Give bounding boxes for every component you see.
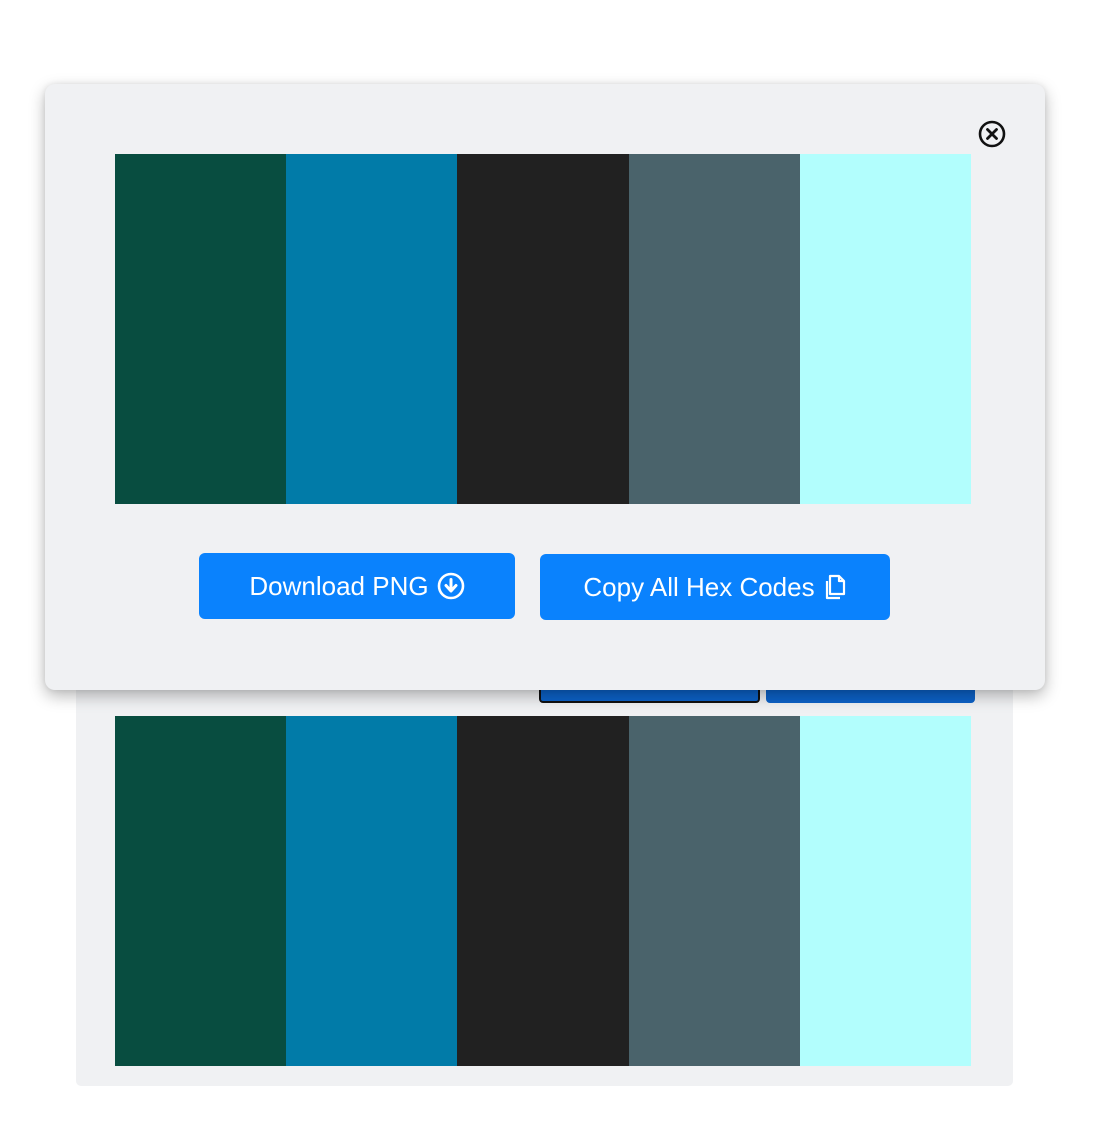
background-swatch-4 xyxy=(628,716,800,1066)
background-swatch-1 xyxy=(115,716,287,1066)
close-button[interactable] xyxy=(977,120,1007,153)
copy-icon xyxy=(823,573,847,601)
close-circle-icon xyxy=(978,120,1006,153)
copy-all-hex-codes-button[interactable]: Copy All Hex Codes xyxy=(540,554,890,620)
modal-palette xyxy=(115,154,972,504)
modal-swatch-5 xyxy=(799,154,972,504)
modal-swatch-2 xyxy=(286,154,458,504)
background-swatch-2 xyxy=(286,716,458,1066)
modal-swatch-3 xyxy=(457,154,629,504)
background-swatch-3 xyxy=(457,716,629,1066)
palette-modal: Download PNG Copy All Hex Codes xyxy=(45,84,1045,690)
background-palette xyxy=(115,716,972,1066)
modal-swatch-1 xyxy=(115,154,287,504)
copy-all-hex-codes-label: Copy All Hex Codes xyxy=(583,571,815,602)
download-png-button[interactable]: Download PNG xyxy=(199,553,515,619)
download-circle-icon xyxy=(437,572,465,600)
modal-swatch-4 xyxy=(628,154,800,504)
download-png-label: Download PNG xyxy=(249,570,429,601)
background-swatch-5 xyxy=(799,716,972,1066)
